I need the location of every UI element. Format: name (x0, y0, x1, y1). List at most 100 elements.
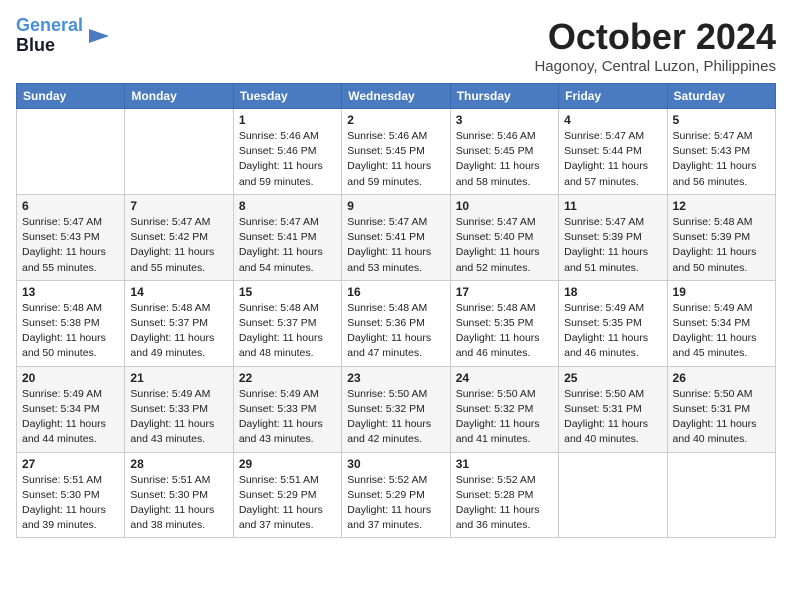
calendar-cell: 19 Sunrise: 5:49 AMSunset: 5:34 PMDayligh… (667, 280, 775, 366)
day-number: 10 (456, 199, 553, 213)
calendar-cell: 25Sunrise: 5:50 AMSunset: 5:31 PMDayligh… (559, 366, 667, 452)
day-number: 21 (130, 371, 227, 385)
day-number: 5 (673, 113, 770, 127)
calendar-table: SundayMondayTuesdayWednesdayThursdayFrid… (16, 83, 776, 538)
day-number: 22 (239, 371, 336, 385)
day-number: 14 (130, 285, 227, 299)
header-thursday: Thursday (450, 84, 558, 109)
calendar-cell: 12 Sunrise: 5:48 AMSunset: 5:39 PMDayligh… (667, 194, 775, 280)
day-info: Sunrise: 5:48 AMSunset: 5:35 PMDaylight:… (456, 301, 553, 362)
header-monday: Monday (125, 84, 233, 109)
calendar-cell: 31Sunrise: 5:52 AMSunset: 5:28 PMDayligh… (450, 452, 558, 538)
day-info: Sunrise: 5:48 AMSunset: 5:36 PMDaylight:… (347, 301, 444, 362)
header-wednesday: Wednesday (342, 84, 450, 109)
day-number: 15 (239, 285, 336, 299)
day-number: 20 (22, 371, 119, 385)
day-number: 6 (22, 199, 119, 213)
calendar-cell (559, 452, 667, 538)
day-number: 16 (347, 285, 444, 299)
day-info: Sunrise: 5:47 AMSunset: 5:39 PMDaylight:… (564, 215, 661, 276)
calendar-cell: 23Sunrise: 5:50 AMSunset: 5:32 PMDayligh… (342, 366, 450, 452)
calendar-cell: 6 Sunrise: 5:47 AMSunset: 5:43 PMDaylight… (17, 194, 125, 280)
logo-text: GeneralBlue (16, 16, 83, 56)
day-number: 9 (347, 199, 444, 213)
day-info: Sunrise: 5:50 AMSunset: 5:32 PMDaylight:… (347, 387, 444, 448)
calendar-cell: 28Sunrise: 5:51 AMSunset: 5:30 PMDayligh… (125, 452, 233, 538)
day-info: Sunrise: 5:49 AMSunset: 5:33 PMDaylight:… (130, 387, 227, 448)
day-number: 3 (456, 113, 553, 127)
calendar-cell: 2 Sunrise: 5:46 AMSunset: 5:45 PMDaylight… (342, 109, 450, 195)
calendar-cell: 3 Sunrise: 5:46 AMSunset: 5:45 PMDaylight… (450, 109, 558, 195)
calendar-cell: 5 Sunrise: 5:47 AMSunset: 5:43 PMDaylight… (667, 109, 775, 195)
title-block: October 2024 Hagonoy, Central Luzon, Phi… (534, 16, 776, 75)
calendar-cell: 27 Sunrise: 5:51 AMSunset: 5:30 PMDayligh… (17, 452, 125, 538)
day-info: Sunrise: 5:47 AMSunset: 5:44 PMDaylight:… (564, 129, 661, 190)
calendar-cell (667, 452, 775, 538)
calendar-week-row: 20 Sunrise: 5:49 AMSunset: 5:34 PMDayligh… (17, 366, 776, 452)
day-number: 12 (673, 199, 770, 213)
header-saturday: Saturday (667, 84, 775, 109)
day-info: Sunrise: 5:47 AMSunset: 5:40 PMDaylight:… (456, 215, 553, 276)
calendar-cell: 1 Sunrise: 5:46 AMSunset: 5:46 PMDaylight… (233, 109, 341, 195)
day-number: 28 (130, 457, 227, 471)
day-number: 17 (456, 285, 553, 299)
day-number: 1 (239, 113, 336, 127)
header-friday: Friday (559, 84, 667, 109)
calendar-cell: 10 Sunrise: 5:47 AMSunset: 5:40 PMDayligh… (450, 194, 558, 280)
calendar-cell: 13 Sunrise: 5:48 AMSunset: 5:38 PMDayligh… (17, 280, 125, 366)
day-number: 7 (130, 199, 227, 213)
day-info: Sunrise: 5:49 AMSunset: 5:35 PMDaylight:… (564, 301, 661, 362)
day-info: Sunrise: 5:50 AMSunset: 5:31 PMDaylight:… (673, 387, 770, 448)
calendar-cell: 11 Sunrise: 5:47 AMSunset: 5:39 PMDayligh… (559, 194, 667, 280)
header-tuesday: Tuesday (233, 84, 341, 109)
calendar-week-row: 6 Sunrise: 5:47 AMSunset: 5:43 PMDaylight… (17, 194, 776, 280)
day-number: 29 (239, 457, 336, 471)
calendar-cell: 9 Sunrise: 5:47 AMSunset: 5:41 PMDaylight… (342, 194, 450, 280)
day-number: 19 (673, 285, 770, 299)
day-number: 18 (564, 285, 661, 299)
calendar-header-row: SundayMondayTuesdayWednesdayThursdayFrid… (17, 84, 776, 109)
day-info: Sunrise: 5:46 AMSunset: 5:45 PMDaylight:… (456, 129, 553, 190)
day-info: Sunrise: 5:48 AMSunset: 5:39 PMDaylight:… (673, 215, 770, 276)
calendar-cell: 29 Sunrise: 5:51 AMSunset: 5:29 PMDayligh… (233, 452, 341, 538)
day-info: Sunrise: 5:47 AMSunset: 5:41 PMDaylight:… (347, 215, 444, 276)
day-info: Sunrise: 5:49 AMSunset: 5:34 PMDaylight:… (22, 387, 119, 448)
day-info: Sunrise: 5:48 AMSunset: 5:37 PMDaylight:… (239, 301, 336, 362)
calendar-cell: 18 Sunrise: 5:49 AMSunset: 5:35 PMDayligh… (559, 280, 667, 366)
calendar-cell: 4 Sunrise: 5:47 AMSunset: 5:44 PMDaylight… (559, 109, 667, 195)
day-number: 26 (673, 371, 770, 385)
page-header: GeneralBlue October 2024 Hagonoy, Centra… (16, 16, 776, 75)
day-info: Sunrise: 5:46 AMSunset: 5:45 PMDaylight:… (347, 129, 444, 190)
day-number: 13 (22, 285, 119, 299)
month-title: October 2024 (534, 16, 776, 58)
day-number: 25 (564, 371, 661, 385)
calendar-cell: 26 Sunrise: 5:50 AMSunset: 5:31 PMDayligh… (667, 366, 775, 452)
calendar-cell: 14 Sunrise: 5:48 AMSunset: 5:37 PMDayligh… (125, 280, 233, 366)
calendar-week-row: 27 Sunrise: 5:51 AMSunset: 5:30 PMDayligh… (17, 452, 776, 538)
day-info: Sunrise: 5:47 AMSunset: 5:43 PMDaylight:… (673, 129, 770, 190)
calendar-cell: 16 Sunrise: 5:48 AMSunset: 5:36 PMDayligh… (342, 280, 450, 366)
day-number: 27 (22, 457, 119, 471)
day-number: 2 (347, 113, 444, 127)
day-info: Sunrise: 5:49 AMSunset: 5:34 PMDaylight:… (673, 301, 770, 362)
day-info: Sunrise: 5:51 AMSunset: 5:30 PMDaylight:… (22, 473, 119, 534)
day-info: Sunrise: 5:51 AMSunset: 5:29 PMDaylight:… (239, 473, 336, 534)
calendar-cell: 8Sunrise: 5:47 AMSunset: 5:41 PMDaylight… (233, 194, 341, 280)
day-number: 11 (564, 199, 661, 213)
day-info: Sunrise: 5:47 AMSunset: 5:43 PMDaylight:… (22, 215, 119, 276)
day-info: Sunrise: 5:48 AMSunset: 5:38 PMDaylight:… (22, 301, 119, 362)
day-info: Sunrise: 5:46 AMSunset: 5:46 PMDaylight:… (239, 129, 336, 190)
day-number: 8 (239, 199, 336, 213)
day-info: Sunrise: 5:48 AMSunset: 5:37 PMDaylight:… (130, 301, 227, 362)
calendar-cell: 15 Sunrise: 5:48 AMSunset: 5:37 PMDayligh… (233, 280, 341, 366)
calendar-cell: 21 Sunrise: 5:49 AMSunset: 5:33 PMDayligh… (125, 366, 233, 452)
calendar-cell: 22 Sunrise: 5:49 AMSunset: 5:33 PMDayligh… (233, 366, 341, 452)
day-number: 24 (456, 371, 553, 385)
calendar-cell (125, 109, 233, 195)
logo-icon (85, 25, 113, 47)
calendar-cell (17, 109, 125, 195)
location-title: Hagonoy, Central Luzon, Philippines (534, 58, 776, 75)
header-sunday: Sunday (17, 84, 125, 109)
day-number: 4 (564, 113, 661, 127)
day-info: Sunrise: 5:49 AMSunset: 5:33 PMDaylight:… (239, 387, 336, 448)
